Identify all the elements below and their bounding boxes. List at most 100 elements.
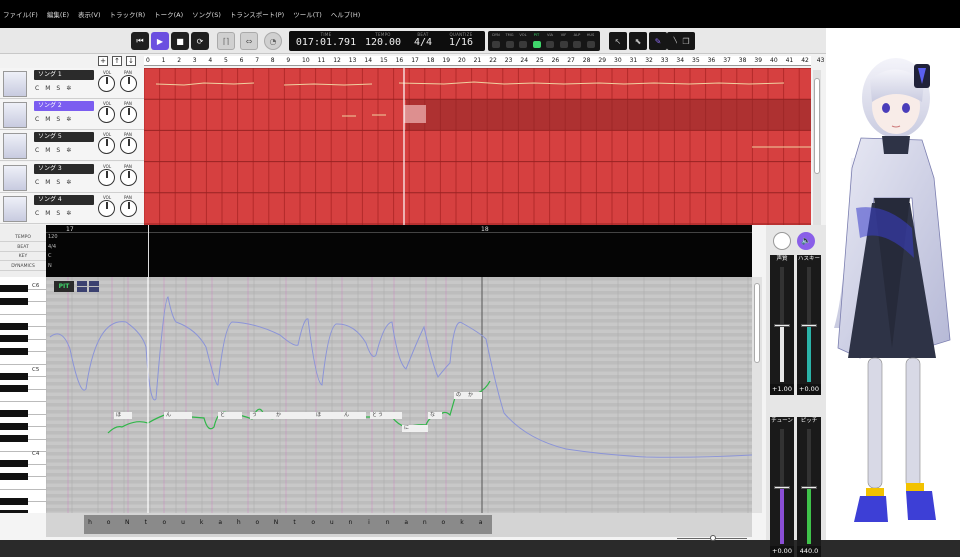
mode-via-toggle[interactable] <box>546 41 554 48</box>
black-key[interactable] <box>0 372 28 380</box>
track-header[interactable]: ソング 5 CMS✲ VOL PAN <box>0 130 144 162</box>
lyric-note[interactable]: ほ <box>114 412 132 419</box>
range-tool-button[interactable]: ⬉ <box>629 32 647 50</box>
track-button-3[interactable]: ✲ <box>66 147 77 154</box>
slider-value[interactable]: +0.00 <box>797 384 821 395</box>
mode-dyn-toggle[interactable] <box>492 41 500 48</box>
slider-thumb[interactable] <box>801 485 817 489</box>
track-button-0[interactable]: C <box>35 116 45 123</box>
track-header[interactable]: ソング 1 CMS✲ VOL PAN <box>0 68 144 99</box>
piano-header[interactable]: 120 4/4 C N 17 18 <box>46 225 752 277</box>
loop-button[interactable]: ⟳ <box>191 32 209 50</box>
black-key[interactable] <box>0 335 28 342</box>
menu-item-7[interactable]: ツール(T) <box>293 9 322 19</box>
piano-vscroll[interactable] <box>752 277 762 513</box>
phoneme[interactable]: a <box>477 519 485 526</box>
phoneme[interactable]: N <box>272 519 280 526</box>
mode-hus-toggle[interactable] <box>586 41 595 48</box>
track-name[interactable]: ソング 4 <box>34 194 94 205</box>
track-vscroll[interactable] <box>813 70 821 226</box>
loop-range-button[interactable]: ⌈⌉ <box>217 32 235 50</box>
slider-value[interactable]: +0.00 <box>770 546 794 557</box>
solo-voice-button[interactable] <box>773 232 791 250</box>
mode-tmg-toggle[interactable] <box>505 41 514 48</box>
pan-knob[interactable] <box>120 75 137 92</box>
track-button-1[interactable]: M <box>45 147 56 154</box>
phoneme[interactable]: o <box>309 519 317 526</box>
track-button-3[interactable]: ✲ <box>66 210 77 217</box>
lyric-note[interactable]: ほ <box>314 412 342 419</box>
phoneme[interactable]: u <box>328 519 336 526</box>
track-name[interactable]: ソング 5 <box>34 132 94 143</box>
track-button-2[interactable]: S <box>56 179 66 186</box>
piano-keyboard[interactable]: C6 C5 C4 <box>0 277 46 513</box>
speaker-button[interactable]: 🔈 <box>797 232 815 250</box>
volume-knob[interactable] <box>98 75 115 92</box>
select-tool-button[interactable]: ↖ <box>609 32 627 50</box>
mode-vol-toggle[interactable] <box>519 41 527 48</box>
phoneme[interactable]: n <box>421 519 429 526</box>
track-header[interactable]: ソング 4 CMS✲ VOL PAN <box>0 192 144 224</box>
black-key[interactable] <box>0 460 28 467</box>
volume-knob[interactable] <box>98 106 115 124</box>
track-name[interactable]: ソング 3 <box>34 163 94 174</box>
menu-item-2[interactable]: 表示(V) <box>78 9 101 19</box>
track-button-1[interactable]: M <box>45 210 56 217</box>
track-button-1[interactable]: M <box>45 179 56 186</box>
slider-value[interactable]: 440.0 <box>797 546 821 557</box>
slider-thumb[interactable] <box>801 323 817 327</box>
move-down-icon[interactable]: ↓ <box>126 56 136 66</box>
phoneme[interactable]: t <box>142 519 150 526</box>
phoneme[interactable]: t <box>291 519 299 526</box>
piano-zoom-slider[interactable] <box>677 535 752 541</box>
lyric-note[interactable]: か <box>466 392 480 399</box>
track-button-0[interactable]: C <box>35 147 45 154</box>
slider-thumb[interactable] <box>774 323 790 327</box>
track-button-2[interactable]: S <box>56 147 66 154</box>
note-grid[interactable]: PIT ほんとうかほんとうになのか <box>46 277 752 513</box>
track-header[interactable]: ソング 3 CMS✲ VOL PAN <box>0 161 144 193</box>
phoneme[interactable]: o <box>439 519 447 526</box>
track-name[interactable]: ソング 2 <box>34 101 94 112</box>
phoneme[interactable]: o <box>105 519 113 526</box>
time-readout[interactable]: 017:01.791 <box>293 37 359 49</box>
song-timeline-grid[interactable] <box>144 68 811 228</box>
phoneme[interactable]: h <box>235 519 243 526</box>
pan-knob[interactable] <box>120 106 137 124</box>
black-key[interactable] <box>0 285 28 292</box>
black-key[interactable] <box>0 385 28 392</box>
tempo-readout[interactable]: 120.00 <box>361 37 405 49</box>
lyric-note[interactable]: う <box>250 412 276 419</box>
mode-vif-toggle[interactable] <box>559 41 568 48</box>
mode-alp-toggle[interactable] <box>573 41 581 48</box>
phoneme[interactable]: u <box>179 519 187 526</box>
phoneme[interactable]: N <box>123 519 131 526</box>
track-button-2[interactable]: S <box>56 116 66 123</box>
slider-thumb[interactable] <box>774 485 790 489</box>
phoneme[interactable]: n <box>384 519 392 526</box>
menu-item-3[interactable]: トラック(R) <box>110 9 146 19</box>
pan-knob[interactable] <box>120 199 137 217</box>
lyric-note[interactable]: う <box>376 412 402 419</box>
pan-knob[interactable] <box>120 137 137 155</box>
phoneme[interactable]: a <box>402 519 410 526</box>
phoneme[interactable]: i <box>365 519 373 526</box>
phoneme[interactable]: k <box>458 519 466 526</box>
lyric-note[interactable]: な <box>428 412 442 419</box>
phoneme[interactable]: a <box>216 519 224 526</box>
lyric-note[interactable]: ん <box>342 412 366 419</box>
phoneme[interactable]: h <box>86 519 94 526</box>
track-name[interactable]: ソング 1 <box>34 70 94 80</box>
black-key[interactable] <box>0 297 28 305</box>
quantize-readout[interactable]: 1/16 <box>441 37 481 49</box>
lyric-note[interactable]: ん <box>164 412 192 419</box>
mode-pit-toggle[interactable] <box>532 41 541 48</box>
phoneme[interactable]: n <box>346 519 354 526</box>
piano-vscroll-thumb[interactable] <box>754 283 760 363</box>
beat-readout[interactable]: 4/4 <box>407 37 439 49</box>
menu-item-0[interactable]: ファイル(F) <box>3 9 38 19</box>
track-button-2[interactable]: S <box>56 85 66 92</box>
volume-knob[interactable] <box>98 137 115 155</box>
track-button-2[interactable]: S <box>56 210 66 217</box>
menu-item-8[interactable]: ヘルプ(H) <box>331 9 360 19</box>
